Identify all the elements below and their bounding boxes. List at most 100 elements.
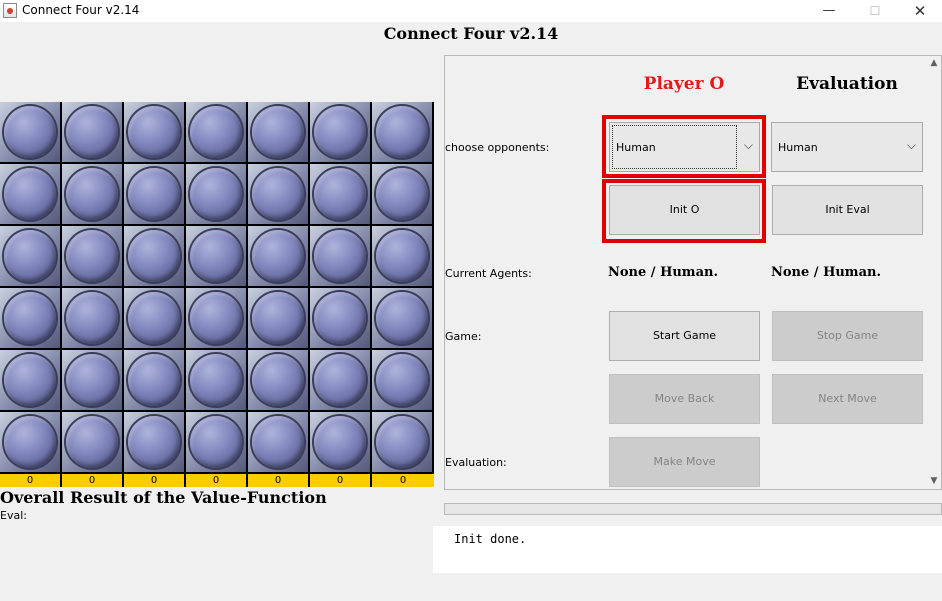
evaluation-label: Evaluation: — [445, 456, 507, 469]
empty-slot-icon — [66, 230, 118, 282]
board-cell[interactable] — [310, 102, 370, 162]
next-move-button[interactable]: Next Move — [772, 374, 923, 424]
empty-slot-icon — [190, 230, 242, 282]
board-cell[interactable] — [186, 288, 246, 348]
window-titlebar: Connect Four v2.14 — ☐ ✕ — [0, 0, 942, 22]
java-app-icon — [3, 3, 17, 18]
board-cell[interactable] — [124, 350, 184, 410]
empty-slot-icon — [4, 416, 56, 468]
scroll-up-icon[interactable]: ▲ — [927, 56, 941, 70]
init-eval-button[interactable]: Init Eval — [772, 185, 923, 235]
board-cell[interactable] — [62, 164, 122, 224]
board-cell[interactable] — [62, 350, 122, 410]
empty-slot-icon — [376, 168, 428, 220]
empty-slot-icon — [314, 168, 366, 220]
column-score: 0 — [372, 474, 434, 487]
empty-slot-icon — [128, 292, 180, 344]
agent-o-value: None / Human. — [608, 265, 718, 280]
board-cell[interactable] — [372, 412, 432, 472]
overall-result-title: Overall Result of the Value-Function — [0, 488, 327, 507]
empty-slot-icon — [252, 416, 304, 468]
column-score-bar: 0000000 — [0, 474, 434, 487]
empty-slot-icon — [4, 168, 56, 220]
empty-slot-icon — [376, 416, 428, 468]
column-score: 0 — [62, 474, 122, 487]
board-cell[interactable] — [248, 288, 308, 348]
evaluation-select-value: Human — [778, 141, 818, 154]
board-cell[interactable] — [248, 412, 308, 472]
column-score: 0 — [310, 474, 370, 487]
page-title: Connect Four v2.14 — [383, 24, 559, 43]
board-cell[interactable] — [372, 226, 432, 286]
board-cell[interactable] — [248, 350, 308, 410]
board-cell[interactable] — [186, 226, 246, 286]
empty-slot-icon — [252, 354, 304, 406]
board-cell[interactable] — [62, 226, 122, 286]
board-cell[interactable] — [124, 164, 184, 224]
empty-slot-icon — [128, 354, 180, 406]
evaluation-select[interactable]: Human ⌵ — [771, 122, 923, 172]
empty-slot-icon — [376, 230, 428, 282]
board-cell[interactable] — [248, 164, 308, 224]
board-cell[interactable] — [0, 350, 60, 410]
board-cell[interactable] — [372, 350, 432, 410]
board-cell[interactable] — [248, 102, 308, 162]
empty-slot-icon — [314, 354, 366, 406]
board-cell[interactable] — [310, 164, 370, 224]
empty-slot-icon — [314, 292, 366, 344]
board-cell[interactable] — [124, 102, 184, 162]
board-cell[interactable] — [0, 102, 60, 162]
empty-slot-icon — [66, 106, 118, 158]
board-cell[interactable] — [186, 412, 246, 472]
board-cell[interactable] — [124, 226, 184, 286]
empty-slot-icon — [252, 230, 304, 282]
close-button[interactable]: ✕ — [897, 0, 942, 22]
empty-slot-icon — [128, 168, 180, 220]
board-cell[interactable] — [186, 164, 246, 224]
column-score: 0 — [0, 474, 60, 487]
empty-slot-icon — [4, 230, 56, 282]
board-cell[interactable] — [310, 288, 370, 348]
column-score: 0 — [124, 474, 184, 487]
choose-opponents-label: choose opponents: — [445, 141, 550, 154]
maximize-button[interactable]: ☐ — [852, 0, 898, 22]
board-cell[interactable] — [186, 350, 246, 410]
scroll-down-icon[interactable]: ▼ — [927, 474, 941, 488]
board-cell[interactable] — [124, 288, 184, 348]
board-cell[interactable] — [310, 226, 370, 286]
board-cell[interactable] — [0, 288, 60, 348]
board-cell[interactable] — [248, 226, 308, 286]
game-board[interactable] — [0, 102, 434, 474]
empty-slot-icon — [314, 106, 366, 158]
start-game-button[interactable]: Start Game — [609, 311, 760, 361]
agent-eval-value: None / Human. — [771, 265, 881, 280]
board-cell[interactable] — [0, 164, 60, 224]
move-back-button[interactable]: Move Back — [609, 374, 760, 424]
board-cell[interactable] — [0, 226, 60, 286]
empty-slot-icon — [252, 292, 304, 344]
empty-slot-icon — [190, 168, 242, 220]
board-cell[interactable] — [62, 412, 122, 472]
board-cell[interactable] — [0, 412, 60, 472]
board-cell[interactable] — [372, 164, 432, 224]
board-cell[interactable] — [372, 102, 432, 162]
empty-slot-icon — [66, 416, 118, 468]
log-area: Init done. — [433, 526, 942, 573]
empty-slot-icon — [314, 416, 366, 468]
board-cell[interactable] — [62, 102, 122, 162]
make-move-button[interactable]: Make Move — [609, 437, 760, 487]
minimize-button[interactable]: — — [806, 0, 852, 22]
board-cell[interactable] — [186, 102, 246, 162]
board-cell[interactable] — [62, 288, 122, 348]
panel-scrollbar[interactable]: ▲ ▼ — [927, 56, 941, 488]
empty-slot-icon — [376, 354, 428, 406]
board-cell[interactable] — [310, 350, 370, 410]
board-cell[interactable] — [310, 412, 370, 472]
board-cell[interactable] — [372, 288, 432, 348]
board-cell[interactable] — [124, 412, 184, 472]
current-agents-label: Current Agents: — [445, 267, 532, 280]
empty-slot-icon — [66, 292, 118, 344]
window-title: Connect Four v2.14 — [22, 3, 140, 17]
empty-slot-icon — [190, 292, 242, 344]
stop-game-button[interactable]: Stop Game — [772, 311, 923, 361]
